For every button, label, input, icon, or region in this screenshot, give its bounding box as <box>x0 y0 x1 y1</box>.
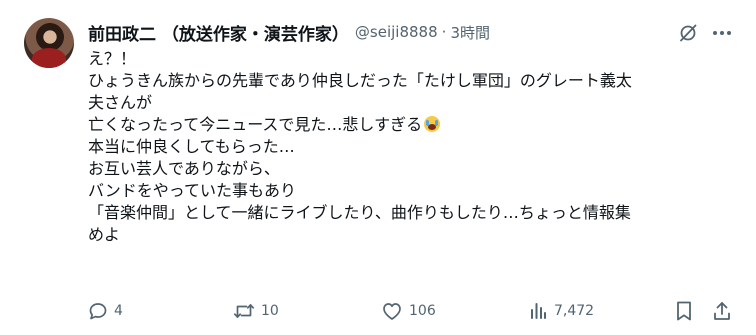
post-line: 亡くなったって今ニュースで見た…悲しすぎる <box>88 114 743 136</box>
share-button[interactable] <box>712 298 732 324</box>
like-icon <box>383 303 401 320</box>
post-time[interactable]: 3時間 <box>450 22 490 43</box>
post-line: え？！ <box>88 49 137 68</box>
author-name[interactable]: 前田政二 （放送作家・演芸作家） <box>88 20 349 45</box>
bookmark-icon <box>677 301 691 321</box>
post-line: お互い芸人でありながら、 <box>88 159 280 178</box>
reply-icon <box>89 303 107 320</box>
view-count: 7,472 <box>554 303 595 319</box>
repost-icon <box>233 304 255 318</box>
post-line: 本当に仲良くしてもらった… <box>88 137 295 156</box>
reply-button[interactable]: 4 <box>88 298 123 324</box>
action-bar: 4 10 106 7,472 <box>0 298 756 324</box>
loudly-crying-face-icon <box>424 116 441 132</box>
header-separator: · <box>441 23 447 41</box>
post-line: バンドをやっていた事もあり <box>88 181 297 200</box>
post-text: え？！ ひょうきん族からの先輩であり仲良しだった「たけし軍団」のグレート義太 夫… <box>88 48 743 246</box>
grok-icon[interactable] <box>677 22 699 44</box>
tweet-header: 前田政二 （放送作家・演芸作家） @seiji8888 · 3時間 <box>88 18 490 46</box>
like-button[interactable]: 106 <box>381 298 436 324</box>
reply-count: 4 <box>114 303 123 319</box>
post-line: めよ <box>88 225 121 244</box>
avatar[interactable] <box>24 18 74 68</box>
author-handle[interactable]: @seiji8888 <box>355 23 438 41</box>
bookmark-button[interactable] <box>674 298 694 324</box>
more-icon[interactable] <box>708 22 736 44</box>
tweet-card[interactable]: 前田政二 （放送作家・演芸作家） @seiji8888 · 3時間 え？！ ひょ… <box>0 0 756 335</box>
post-line: 夫さんが <box>88 93 153 112</box>
post-line: ひょうきん族からの先輩であり仲良しだった「たけし軍団」のグレート義太 <box>88 71 632 90</box>
views-button[interactable]: 7,472 <box>528 298 594 324</box>
like-count: 106 <box>409 303 436 319</box>
repost-button[interactable]: 10 <box>233 298 279 324</box>
post-line: 「音楽仲間」として一緒にライブしたり、曲作りもしたり…ちょっと情報集 <box>88 203 631 222</box>
post-line-text: 亡くなったって今ニュースで見た…悲しすぎる <box>88 115 423 134</box>
views-icon <box>531 303 546 319</box>
repost-count: 10 <box>261 303 279 319</box>
share-icon <box>714 302 730 320</box>
